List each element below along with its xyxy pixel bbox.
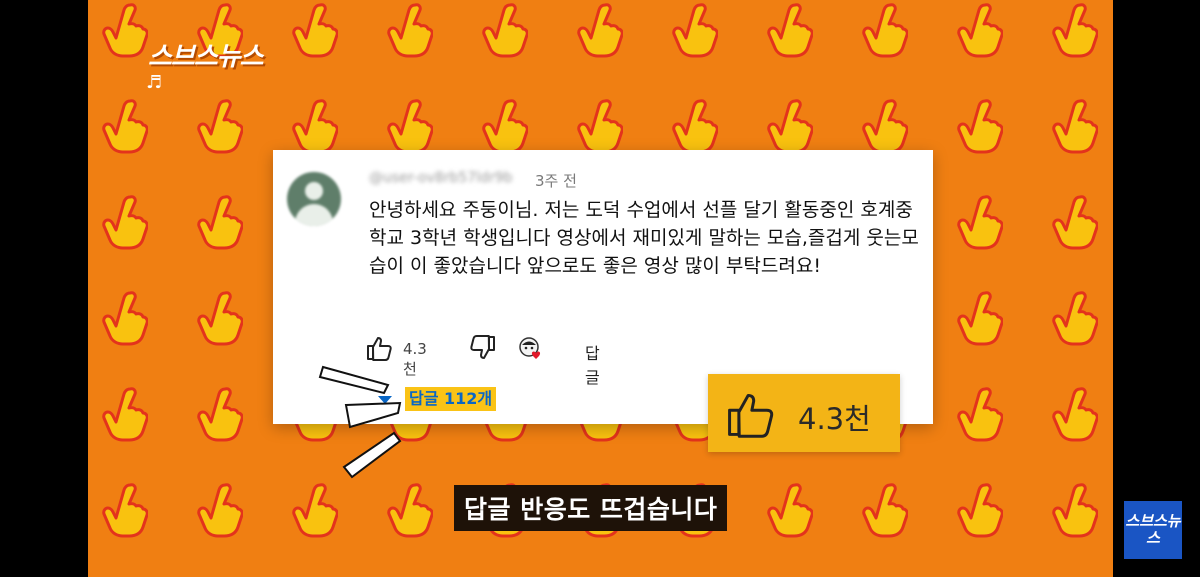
- creator-heart-icon: [518, 336, 544, 362]
- dislike-button[interactable]: [469, 334, 497, 366]
- pointing-hand-icon: [290, 98, 339, 154]
- music-note-icon: ♬: [146, 72, 163, 93]
- thumbs-down-icon: [470, 335, 495, 359]
- avatar-head: [305, 182, 323, 200]
- pointer-dashes: [318, 365, 402, 479]
- avatar[interactable]: [287, 172, 341, 226]
- pointing-hand-icon: [955, 290, 1004, 346]
- pointing-hand-icon: [1050, 194, 1099, 250]
- pointing-hand-icon: [195, 194, 244, 250]
- pointing-hand-icon: [765, 482, 814, 538]
- pointing-hand-icon: [480, 98, 529, 154]
- pointing-hand-icon: [765, 2, 814, 58]
- pointing-hand-icon: [100, 482, 149, 538]
- avatar-body: [295, 204, 333, 226]
- pointing-hand-icon: [385, 98, 434, 154]
- comment-username[interactable]: @user-ov8rb57ldr9b: [369, 170, 513, 186]
- pointing-hand-icon: [290, 482, 339, 538]
- comment-time: 3주 전: [535, 172, 577, 190]
- pointing-hand-icon: [100, 194, 149, 250]
- video-frame: 스브스뉴스 ♬ @user-ov8rb57ldr9b 3주 전 안녕하세요 주둥…: [88, 0, 1113, 577]
- pointing-hand-icon: [195, 386, 244, 442]
- pointing-hand-icon: [765, 98, 814, 154]
- pointing-hand-icon: [100, 386, 149, 442]
- pointing-hand-icon: [1050, 98, 1099, 154]
- pointing-hand-icon: [195, 98, 244, 154]
- subtitle-caption: 답글 반응도 뜨겁습니다: [454, 485, 728, 531]
- pointing-hand-icon: [100, 2, 149, 58]
- pointing-hand-icon: [955, 194, 1004, 250]
- pointing-hand-icon: [955, 2, 1004, 58]
- pointing-hand-icon: [575, 2, 624, 58]
- pointing-hand-icon: [385, 482, 434, 538]
- reply-button[interactable]: 답글: [585, 340, 600, 388]
- watermark-logo: 스브스뉴스: [1124, 501, 1182, 559]
- pointing-hand-icon: [1050, 290, 1099, 346]
- pointing-hand-icon: [1050, 2, 1099, 58]
- comment-text: 안녕하세요 주둥이님. 저는 도덕 수업에서 선플 달기 활동중인 호계중학교 …: [369, 199, 919, 277]
- pointing-hand-icon: [955, 98, 1004, 154]
- pointing-hand-icon: [1050, 386, 1099, 442]
- pointing-hand-icon: [955, 386, 1004, 442]
- pointing-hand-icon: [860, 98, 909, 154]
- view-replies-button[interactable]: 답글 112개: [405, 387, 497, 411]
- pointing-hand-icon: [480, 2, 529, 58]
- pointing-hand-icon: [385, 2, 434, 58]
- pointing-hand-icon: [100, 98, 149, 154]
- pointing-hand-icon: [860, 2, 909, 58]
- pointing-hand-icon: [860, 482, 909, 538]
- pointing-hand-icon: [670, 98, 719, 154]
- thumbs-up-icon: [724, 388, 776, 444]
- pointing-hand-icon: [195, 290, 244, 346]
- zoom-like-count: 4.3천: [798, 402, 871, 436]
- channel-logo: 스브스뉴스: [148, 42, 264, 72]
- pointing-hand-icon: [670, 2, 719, 58]
- like-zoom-callout: 4.3천: [708, 374, 900, 452]
- pointing-hand-icon: [955, 482, 1004, 538]
- pointing-hand-icon: [195, 482, 244, 538]
- pointing-hand-icon: [290, 2, 339, 58]
- pointing-hand-icon: [575, 98, 624, 154]
- pointing-hand-icon: [1050, 482, 1099, 538]
- pointing-hand-icon: [100, 290, 149, 346]
